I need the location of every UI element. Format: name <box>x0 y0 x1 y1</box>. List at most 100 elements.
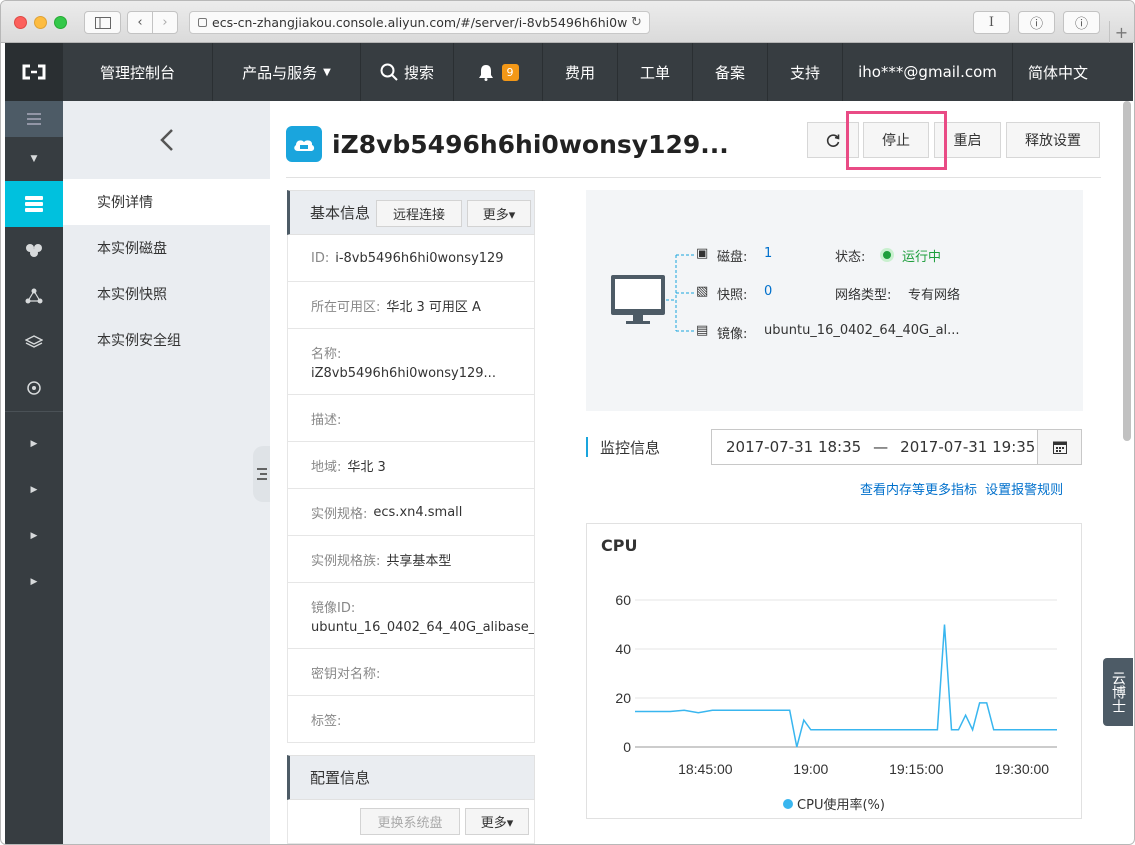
date-range-picker[interactable]: 2017-07-31 18:35 — 2017-07-31 19:35 <box>711 429 1038 465</box>
cloud-doctor-button[interactable]: 云博士 <box>1103 658 1133 726</box>
product-rail: ▼ ▶ ▶ ▶ ▶ <box>5 101 63 844</box>
back-chevron-icon[interactable] <box>63 101 270 179</box>
sidebar-toggle-icon[interactable] <box>84 11 121 34</box>
disk-icon: ▣ <box>696 246 709 261</box>
field-value: ubuntu_16_0402_64_40G_alibase_... <box>311 619 535 635</box>
field-label: 镜像ID: <box>311 600 356 616</box>
collapse-caret-icon[interactable]: ▼ <box>5 137 63 181</box>
filing-link[interactable]: 备案 <box>693 43 768 101</box>
minimize-window-button[interactable] <box>34 16 47 29</box>
new-tab-icon[interactable]: + <box>1109 21 1133 43</box>
billing-link[interactable]: 费用 <box>543 43 618 101</box>
ecs-server-icon[interactable] <box>5 181 63 227</box>
monitor-links: 查看内存等更多指标 设置报警规则 <box>860 479 1063 498</box>
range-end: 2017-07-31 19:35 <box>900 438 1036 456</box>
support-link[interactable]: 支持 <box>768 43 843 101</box>
account-menu[interactable]: iho***@gmail.com <box>843 43 1013 101</box>
caret-down-icon: ▼ <box>323 66 331 78</box>
monitor-icon <box>611 275 665 324</box>
status-label: 状态: <box>835 250 866 265</box>
search-label: 搜索 <box>403 63 434 82</box>
sidebar-item-disks[interactable]: 本实例磁盘 <box>63 225 270 271</box>
remote-connect-button[interactable]: 远程连接 <box>376 200 462 227</box>
menu-toggle-icon[interactable] <box>5 101 63 137</box>
cpu-chart: CPU 0 20 40 60 18:45:00 19:00 19:15:00 19:30:00… <box>586 523 1082 819</box>
sidebar-item-security-groups[interactable]: 本实例安全组 <box>63 317 270 363</box>
alarm-rules-link[interactable]: 设置报警规则 <box>985 483 1063 498</box>
field-label: 实例规格族: <box>311 553 381 569</box>
snapshot-label: 快照: <box>717 288 748 303</box>
calendar-button[interactable] <box>1037 429 1082 465</box>
field-value: 共享基本型 <box>386 553 452 569</box>
y-tick-label: 0 <box>623 739 631 755</box>
top-nav: 管理控制台 产品与服务 ▼ 搜索 9 费用 工单 备案 支持 iho***@gm… <box>5 43 1133 101</box>
y-tick-label: 40 <box>615 641 631 657</box>
field-label: 密钥对名称: <box>311 666 381 682</box>
image-value: ubuntu_16_0402_64_40G_al... <box>764 323 960 338</box>
field-value: ecs.xn4.small <box>373 504 463 520</box>
status-badge: 运行中 <box>902 250 942 265</box>
gear-icon[interactable] <box>5 365 63 411</box>
snapshot-icon: ▧ <box>696 284 709 299</box>
info-row-name: 名称: iZ8vb5496h6hi0wonsy129... <box>287 329 535 395</box>
x-tick-label: 18:45:00 <box>678 761 733 777</box>
notifications-button[interactable]: 9 <box>453 43 543 101</box>
reader-button[interactable]: I <box>973 11 1010 34</box>
legend-swatch <box>783 798 794 809</box>
network-nodes-icon[interactable] <box>5 273 63 319</box>
legend-label: CPU使用率(%) <box>797 798 885 813</box>
network-label: 网络类型: <box>835 288 892 303</box>
range-separator: — <box>873 438 889 456</box>
info-row-zone: 所在可用区: 华北 3 可用区 A <box>287 282 535 329</box>
sidebar-item-snapshots[interactable]: 本实例快照 <box>63 271 270 317</box>
tickets-link[interactable]: 工单 <box>618 43 693 101</box>
address-bar[interactable]: ecs-cn-zhangjiakou.console.aliyun.com/#/… <box>189 11 650 34</box>
collapse-lines-icon <box>256 468 267 480</box>
aliyun-logo-icon[interactable] <box>5 43 63 101</box>
info-row-region: 地域: 华北 3 <box>287 442 535 489</box>
info-button[interactable]: ⓘ <box>1063 11 1100 34</box>
change-system-disk-button[interactable]: 更换系统盘 <box>360 808 460 835</box>
info-row-spec-family: 实例规格族: 共享基本型 <box>287 536 535 583</box>
highlight-box <box>846 111 947 170</box>
info-row-keypair: 密钥对名称: <box>287 649 535 696</box>
language-menu[interactable]: 简体中文 <box>1013 43 1103 101</box>
expand-caret-icon[interactable]: ▶ <box>5 421 63 467</box>
forward-icon[interactable]: › <box>152 11 178 34</box>
sidebar-item-instance-details[interactable]: 实例详情 <box>63 179 270 225</box>
browser-toolbar: ‹ › ecs-cn-zhangjiakou.console.aliyun.co… <box>1 1 1134 43</box>
cloud-db-icon[interactable] <box>5 227 63 273</box>
config-more-button[interactable]: 更多▾ <box>465 808 529 835</box>
basic-info-panel: 基本信息 远程连接 更多▾ ID: i-8vb5496h6hi0wonsy129 … <box>287 190 535 844</box>
close-window-button[interactable] <box>14 16 27 29</box>
expand-caret-icon[interactable]: ▶ <box>5 559 63 605</box>
disk-count-link[interactable]: 1 <box>764 246 772 261</box>
back-icon[interactable]: ‹ <box>127 11 153 34</box>
info-row-spec: 实例规格: ecs.xn4.small <box>287 489 535 536</box>
release-settings-button[interactable]: 释放设置 <box>1006 122 1100 158</box>
info-row-image-id: 镜像ID: ubuntu_16_0402_64_40G_alibase_... <box>287 583 535 649</box>
cpu-line-chart: 0 20 40 60 18:45:00 19:00 19:15:00 19:30:00 <box>615 592 1057 777</box>
console-link[interactable]: 管理控制台 <box>63 43 213 101</box>
snapshot-count-link[interactable]: 0 <box>764 284 772 299</box>
bell-icon <box>478 64 493 81</box>
more-metrics-link[interactable]: 查看内存等更多指标 <box>860 483 977 498</box>
zoom-window-button[interactable] <box>54 16 67 29</box>
image-label: 镜像: <box>717 327 748 342</box>
reload-icon[interactable]: ↻ <box>631 15 642 30</box>
collapse-sidebar-handle[interactable] <box>253 446 270 502</box>
basic-info-header: 基本信息 远程连接 更多▾ <box>287 190 535 235</box>
notification-count-badge: 9 <box>501 63 519 81</box>
products-menu[interactable]: 产品与服务 ▼ <box>213 43 361 101</box>
config-actions: 更换系统盘 更多▾ <box>287 800 535 844</box>
layers-icon[interactable] <box>5 319 63 365</box>
expand-caret-icon[interactable]: ▶ <box>5 467 63 513</box>
connector-lines <box>666 254 694 332</box>
field-value: iZ8vb5496h6hi0wonsy129... <box>311 365 496 381</box>
expand-caret-icon[interactable]: ▶ <box>5 513 63 559</box>
more-button[interactable]: 更多▾ <box>467 200 531 227</box>
search-button[interactable]: 搜索 <box>361 43 453 101</box>
scrollbar[interactable] <box>1123 101 1131 441</box>
extension-button[interactable]: ⓘ <box>1018 11 1055 34</box>
instance-sidebar: 实例详情 本实例磁盘 本实例快照 本实例安全组 <box>63 101 270 844</box>
